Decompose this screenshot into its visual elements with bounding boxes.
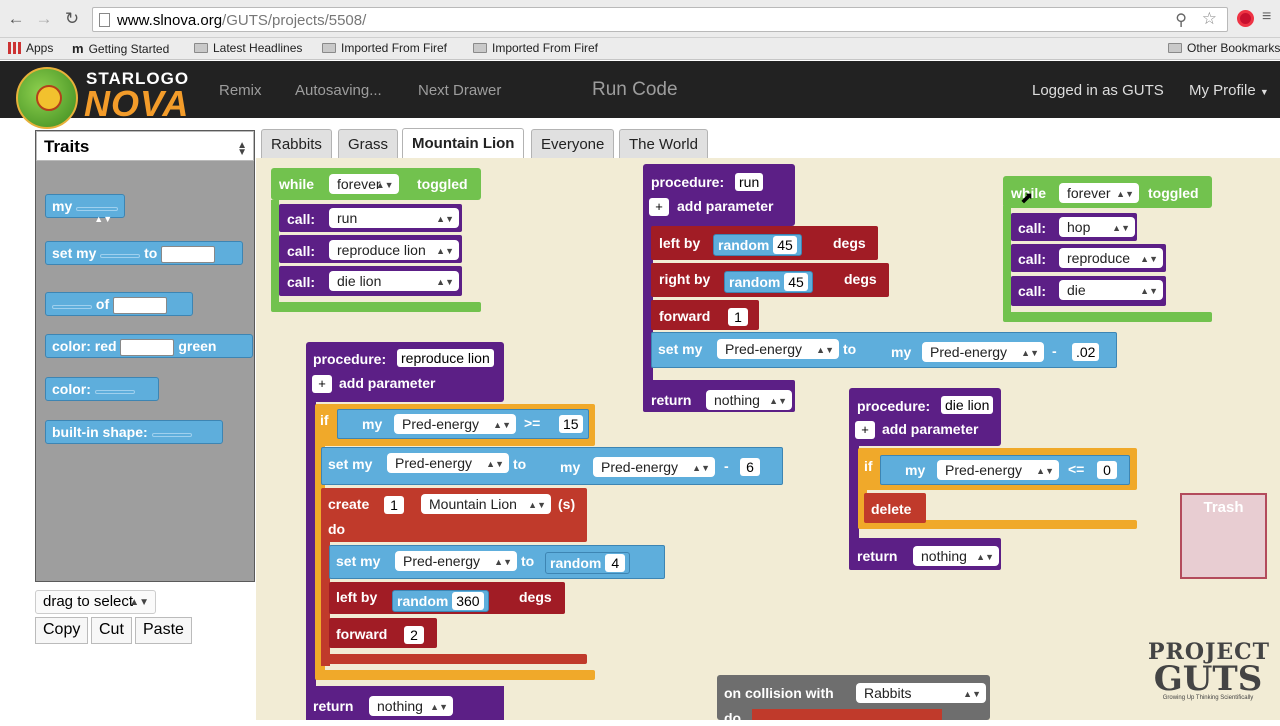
breed-dropdown[interactable]: Mountain Lion ▲▼ [421, 494, 551, 514]
add-parameter-run[interactable]: add parameter [677, 198, 773, 214]
call-dropdown-reproduce[interactable]: reproduce ▲▼ [1059, 248, 1163, 268]
call-dropdown-reproduce-lion[interactable]: reproduce lion ▲▼ [329, 240, 459, 260]
my-profile-menu[interactable]: My Profile ▼ [1189, 82, 1269, 99]
drawer-shape-block[interactable]: built-in shape: [45, 420, 223, 444]
call-dropdown-run[interactable]: run ▲▼ [329, 208, 459, 228]
tab-rabbits[interactable]: Rabbits [261, 129, 332, 158]
url-domain: www.slnova.org [117, 12, 223, 29]
call-dropdown-die-lion[interactable]: die lion ▲▼ [329, 271, 459, 291]
procedure-name-reproduce[interactable]: reproduce lion [397, 349, 494, 367]
add-parameter-reproduce[interactable]: add parameter [339, 375, 435, 391]
bookmark-imported-1[interactable]: Imported From Firef [322, 41, 447, 55]
folder-icon [194, 43, 208, 53]
bookmark-latest-headlines[interactable]: Latest Headlines [194, 41, 302, 55]
reload-icon[interactable]: ↻ [62, 9, 82, 29]
tab-mountain-lion[interactable]: Mountain Lion [402, 128, 525, 158]
zoom-icon[interactable]: ⚲ [1175, 10, 1187, 30]
paste-button[interactable]: Paste [135, 617, 192, 644]
bookmark-apps[interactable]: Apps [8, 41, 53, 55]
drag-select-dropdown[interactable]: drag to select ▲▼ [35, 590, 157, 614]
m-icon: m [72, 41, 84, 56]
block-drawer: Traits ▲ ▼ my ▲▼ set my to of color: red g… [35, 130, 255, 582]
add-parameter-icon[interactable]: + [649, 198, 669, 216]
drawer-color-block[interactable]: color: [45, 377, 159, 401]
url-text[interactable]: www.slnova.org/GUTS/projects/5508/ [117, 12, 366, 29]
drawer-set-my-block[interactable]: set my to [45, 241, 243, 265]
bookmark-imported-2[interactable]: Imported From Firef [473, 41, 598, 55]
procedure-name-die[interactable]: die lion [941, 396, 994, 414]
tab-everyone[interactable]: Everyone [531, 129, 615, 158]
drawer-color-rgb-block[interactable]: color: red green [45, 334, 253, 358]
page-icon [99, 13, 110, 27]
add-parameter-die[interactable]: add parameter [882, 421, 978, 437]
back-icon[interactable]: ← [6, 9, 26, 29]
remix-link[interactable]: Remix [219, 82, 262, 99]
folder-icon [322, 43, 336, 53]
call-dropdown-die[interactable]: die ▲▼ [1059, 280, 1163, 300]
drawer-my-block[interactable]: my ▲▼ [45, 194, 126, 224]
bookmarks-bar: Apps m Getting Started Latest Headlines I… [0, 38, 1280, 60]
while-label: while [279, 176, 315, 192]
folder-icon [473, 43, 487, 53]
cut-button[interactable]: Cut [91, 617, 132, 644]
tab-the-world[interactable]: The World [619, 129, 708, 158]
logo-text-bottom: NOVA [84, 83, 190, 124]
apps-icon [8, 42, 21, 54]
toggled-label: toggled [417, 176, 468, 192]
forever-dropdown[interactable]: forever ▲▼ [329, 174, 399, 194]
call-dropdown-hop[interactable]: hop ▲▼ [1059, 217, 1135, 237]
starlogo-nova-logo[interactable]: STARLOGO NOVA [14, 63, 204, 129]
menu-icon[interactable]: ≡ [1262, 8, 1271, 26]
trash-bin[interactable]: Trash [1180, 493, 1267, 579]
next-drawer-link[interactable]: Next Drawer [418, 82, 501, 99]
bookmark-getting-started[interactable]: m Getting Started [72, 41, 169, 56]
copy-button[interactable]: Copy [35, 617, 89, 644]
turtle-icon [16, 67, 78, 129]
browser-toolbar: ← → ↻ www.slnova.org/GUTS/projects/5508/… [0, 0, 1280, 38]
logged-in-label: Logged in as GUTS [1032, 82, 1164, 99]
star-icon[interactable]: ☆ [1202, 9, 1217, 29]
run-code-button[interactable]: Run Code [592, 79, 678, 101]
bookmark-other[interactable]: Other Bookmarks [1168, 41, 1280, 55]
return-dropdown-reproduce[interactable]: nothing ▲▼ [369, 696, 453, 716]
drawer-of-block[interactable]: of [45, 292, 193, 316]
mouse-cursor-icon: ⬈ [1020, 190, 1034, 207]
forever-dropdown-2[interactable]: forever ▲▼ [1059, 183, 1139, 203]
procedure-name-run[interactable]: run [735, 173, 764, 191]
url-path: /GUTS/projects/5508/ [222, 12, 367, 29]
var-dropdown[interactable]: Pred-energy ▲▼ [717, 339, 839, 359]
address-bar[interactable]: www.slnova.org/GUTS/projects/5508/ ⚲ ☆ [92, 7, 1228, 32]
app-navbar: STARLOGO NOVA Remix Autosaving... Next D… [0, 61, 1280, 129]
var-dropdown[interactable]: Pred-energy ▲▼ [922, 342, 1044, 362]
drawer-select[interactable]: Traits ▲ ▼ [36, 131, 254, 161]
return-dropdown-die[interactable]: nothing ▲▼ [913, 546, 999, 566]
forward-icon[interactable]: → [34, 9, 54, 29]
tab-grass[interactable]: Grass [338, 129, 399, 158]
autosave-status: Autosaving... [295, 82, 382, 99]
folder-icon [1168, 43, 1182, 53]
extension-icon[interactable] [1237, 10, 1254, 27]
return-dropdown-run[interactable]: nothing ▲▼ [706, 390, 792, 410]
project-guts-logo: PROJECT GUTS Growing Up Thinking Scienti… [1148, 639, 1271, 701]
collision-dropdown[interactable]: Rabbits ▲▼ [856, 683, 986, 703]
